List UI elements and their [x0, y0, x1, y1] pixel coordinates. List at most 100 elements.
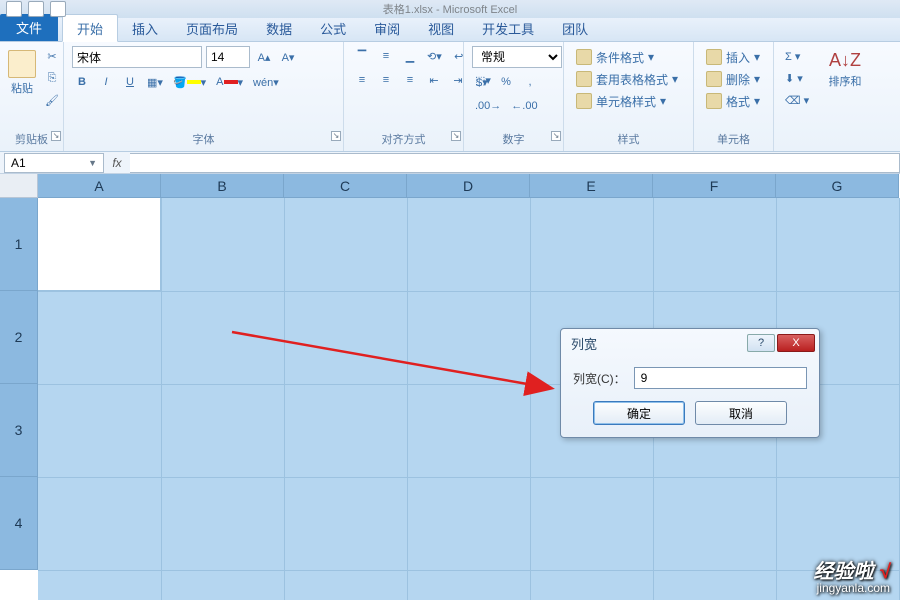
- group-clipboard: 粘贴 ✂ ⎘ 🖌 剪贴板↘: [0, 42, 64, 151]
- row-header[interactable]: 4: [0, 477, 38, 570]
- insert-icon: [706, 49, 722, 65]
- scissors-icon: ✂: [47, 50, 56, 63]
- bold-button[interactable]: B: [72, 72, 92, 92]
- formula-input[interactable]: [130, 153, 900, 173]
- copy-icon: ⎘: [48, 72, 57, 85]
- group-label-font: 字体↘: [72, 129, 335, 149]
- number-format-select[interactable]: 常规: [472, 46, 562, 68]
- col-header[interactable]: F: [653, 174, 776, 198]
- decrease-font-button[interactable]: A▾: [278, 47, 298, 67]
- col-header[interactable]: D: [407, 174, 530, 198]
- row-headers: 1 2 3 4: [0, 198, 38, 570]
- font-size-input[interactable]: [206, 46, 250, 68]
- border-icon: ▦: [147, 76, 157, 89]
- qat-undo-icon[interactable]: [28, 1, 44, 17]
- format-cells-button[interactable]: 格式 ▾: [702, 90, 764, 112]
- cancel-button[interactable]: 取消: [695, 401, 787, 425]
- format-as-table-button[interactable]: 套用表格格式 ▾: [572, 68, 682, 90]
- dialog-close-button[interactable]: X: [777, 334, 815, 352]
- sort-filter-button[interactable]: A↓Z 排序和: [826, 46, 864, 106]
- fill-button[interactable]: ⬇ ▾: [782, 68, 806, 88]
- tab-review[interactable]: 审阅: [360, 15, 414, 41]
- cellstyle-icon: [576, 93, 592, 109]
- increase-decimal-button[interactable]: .00→: [472, 96, 504, 116]
- font-color-button[interactable]: A▾: [213, 72, 246, 92]
- align-middle-button[interactable]: ≡: [376, 46, 396, 66]
- row-header[interactable]: 1: [0, 198, 38, 291]
- ribbon-tabs: 文件 开始 插入 页面布局 数据 公式 审阅 视图 开发工具 团队: [0, 18, 900, 42]
- column-width-input[interactable]: [634, 367, 807, 389]
- decrease-decimal-button[interactable]: ←.00: [508, 96, 540, 116]
- select-all-corner[interactable]: [0, 174, 38, 198]
- window-title: 表格1.xlsx - Microsoft Excel: [383, 1, 517, 17]
- percent-button[interactable]: %: [496, 72, 516, 92]
- paste-icon: [8, 50, 36, 78]
- borders-button[interactable]: ▦▾: [144, 72, 166, 92]
- qat-save-icon[interactable]: [6, 1, 22, 17]
- row-header[interactable]: 3: [0, 384, 38, 477]
- tab-formulas[interactable]: 公式: [306, 15, 360, 41]
- column-width-dialog: 列宽 ? X 列宽(C)： 确定 取消: [560, 328, 820, 438]
- underline-button[interactable]: U: [120, 72, 140, 92]
- format-icon: [706, 93, 722, 109]
- tab-view[interactable]: 视图: [414, 15, 468, 41]
- align-bottom-button[interactable]: ▁: [400, 46, 420, 66]
- paste-button[interactable]: 粘贴: [8, 46, 36, 106]
- name-box[interactable]: A1 ▼: [4, 153, 104, 173]
- tab-file[interactable]: 文件: [0, 14, 58, 41]
- dialog-titlebar[interactable]: 列宽 ? X: [561, 329, 819, 357]
- dialog-launcher-icon[interactable]: ↘: [331, 131, 341, 141]
- align-left-button[interactable]: ≡: [352, 70, 372, 90]
- tab-page-layout[interactable]: 页面布局: [172, 15, 252, 41]
- tab-team[interactable]: 团队: [548, 15, 602, 41]
- phonetic-button[interactable]: wén▾: [250, 72, 282, 92]
- name-box-value: A1: [11, 156, 26, 170]
- comma-button[interactable]: ,: [520, 72, 540, 92]
- fx-button[interactable]: fx: [104, 156, 130, 170]
- clear-button[interactable]: ⌫ ▾: [782, 90, 812, 110]
- group-label-clipboard: 剪贴板↘: [8, 129, 55, 149]
- col-header[interactable]: G: [776, 174, 899, 198]
- ribbon: 粘贴 ✂ ⎘ 🖌 剪贴板↘ A▴ A▾ B I U ▦▾ 🪣▾: [0, 42, 900, 152]
- paste-label: 粘贴: [11, 80, 33, 96]
- autosum-button[interactable]: Σ ▾: [782, 46, 803, 66]
- dialog-launcher-icon[interactable]: ↘: [551, 131, 561, 141]
- delete-cells-button[interactable]: 删除 ▾: [702, 68, 764, 90]
- format-painter-button[interactable]: 🖌: [42, 90, 62, 110]
- align-top-button[interactable]: ▔: [352, 46, 372, 66]
- col-header[interactable]: A: [38, 174, 161, 198]
- dialog-launcher-icon[interactable]: ↘: [451, 131, 461, 141]
- cut-button[interactable]: ✂: [42, 46, 62, 66]
- copy-button[interactable]: ⎘: [42, 68, 62, 88]
- dialog-help-button[interactable]: ?: [747, 334, 775, 352]
- fill-color-button[interactable]: 🪣▾: [170, 72, 209, 92]
- dialog-launcher-icon[interactable]: ↘: [51, 131, 61, 141]
- conditional-format-button[interactable]: 条件格式 ▾: [572, 46, 658, 68]
- row-header[interactable]: 2: [0, 291, 38, 384]
- tab-developer[interactable]: 开发工具: [468, 15, 548, 41]
- col-header[interactable]: E: [530, 174, 653, 198]
- col-header[interactable]: B: [161, 174, 284, 198]
- font-name-input[interactable]: [72, 46, 202, 68]
- cell-a1[interactable]: [38, 198, 161, 291]
- tab-insert[interactable]: 插入: [118, 15, 172, 41]
- group-cells: 插入 ▾ 删除 ▾ 格式 ▾ 单元格: [694, 42, 774, 151]
- cell-styles-button[interactable]: 单元格样式 ▾: [572, 90, 670, 112]
- orientation-button[interactable]: ⟲▾: [424, 46, 445, 66]
- align-center-button[interactable]: ≡: [376, 70, 396, 90]
- chevron-down-icon: ▼: [88, 158, 97, 168]
- col-header[interactable]: C: [284, 174, 407, 198]
- tab-home[interactable]: 开始: [62, 14, 118, 42]
- align-right-button[interactable]: ≡: [400, 70, 420, 90]
- currency-button[interactable]: $▾: [472, 72, 492, 92]
- table-icon: [576, 71, 592, 87]
- group-label-number: 数字↘: [472, 129, 555, 149]
- insert-cells-button[interactable]: 插入 ▾: [702, 46, 764, 68]
- decrease-indent-button[interactable]: ⇤: [424, 70, 444, 90]
- ok-button[interactable]: 确定: [593, 401, 685, 425]
- tab-data[interactable]: 数据: [252, 15, 306, 41]
- increase-font-button[interactable]: A▴: [254, 47, 274, 67]
- qat-redo-icon[interactable]: [50, 1, 66, 17]
- italic-button[interactable]: I: [96, 72, 116, 92]
- group-editing: Σ ▾ ⬇ ▾ ⌫ ▾: [774, 42, 826, 151]
